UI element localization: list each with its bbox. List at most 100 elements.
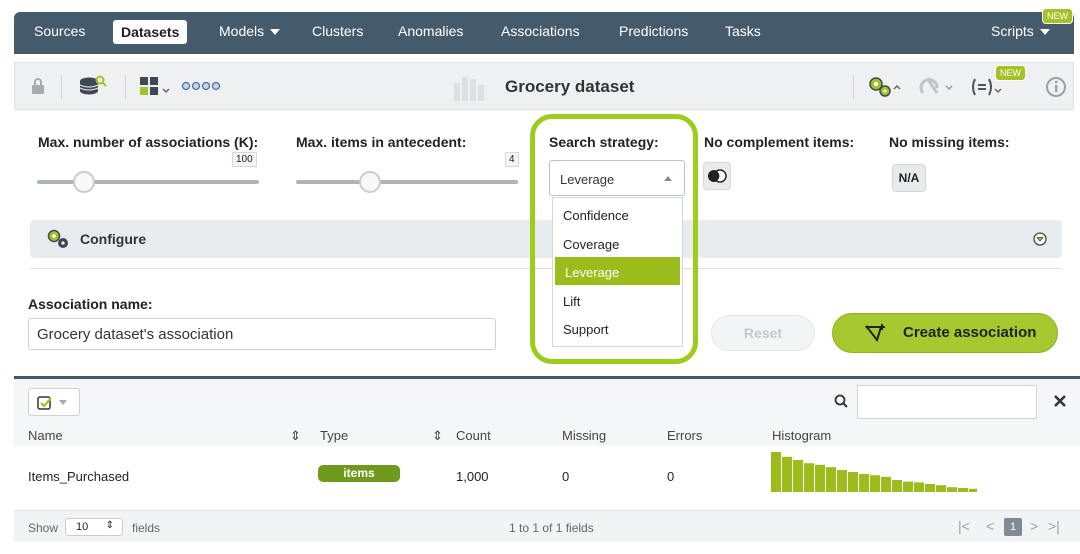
create-association-button[interactable]: Create association bbox=[832, 313, 1058, 353]
chevron-down-icon bbox=[1039, 29, 1050, 36]
table-toolbar bbox=[14, 379, 1080, 425]
field-name[interactable]: Items_Purchased bbox=[28, 469, 129, 484]
histogram-bar bbox=[969, 488, 977, 492]
field-type-badge: items bbox=[318, 465, 400, 482]
dataset-ops-icon[interactable] bbox=[139, 75, 173, 97]
histogram-bar bbox=[936, 485, 946, 492]
page-title: Grocery dataset bbox=[505, 77, 635, 96]
histogram-bar bbox=[793, 460, 803, 492]
slider-handle[interactable] bbox=[73, 171, 95, 193]
slider-handle[interactable] bbox=[359, 171, 381, 193]
new-badge: NEW bbox=[995, 65, 1026, 81]
complement-toggle[interactable] bbox=[703, 162, 731, 190]
nav-scripts-label: Scripts bbox=[991, 23, 1034, 39]
histogram-bar bbox=[903, 481, 913, 492]
histogram-bar bbox=[848, 472, 858, 492]
nav-anomalies[interactable]: Anomalies bbox=[398, 23, 463, 39]
toolbar-divider bbox=[125, 75, 126, 99]
max-items-value: 4 bbox=[505, 152, 519, 167]
histogram-bar bbox=[804, 463, 814, 492]
nav-scripts[interactable]: Scripts bbox=[991, 23, 1050, 39]
fields-label: fields bbox=[132, 521, 161, 535]
search-input[interactable] bbox=[857, 385, 1037, 419]
chevron-updown-icon: ⇕ bbox=[105, 520, 114, 531]
configure-label: Configure bbox=[80, 231, 147, 247]
table-footer: Show 10 ⇕ fields 1 to 1 of 1 fields |< <… bbox=[14, 510, 1080, 542]
nav-models-label: Models bbox=[219, 23, 265, 39]
page-size-value: 10 bbox=[76, 521, 89, 533]
top-navigation: Sources Datasets Models Clusters Anomali… bbox=[14, 8, 1074, 54]
nav-sources[interactable]: Sources bbox=[34, 23, 85, 39]
histogram-bar bbox=[837, 470, 847, 492]
field-missing: 0 bbox=[562, 469, 570, 484]
field-count: 1,000 bbox=[456, 469, 489, 484]
histogram-bar bbox=[892, 480, 902, 492]
lock-icon[interactable] bbox=[31, 77, 45, 95]
histogram-bar bbox=[958, 488, 968, 492]
close-icon[interactable] bbox=[1054, 395, 1066, 407]
next-page-icon[interactable]: > bbox=[1030, 518, 1038, 534]
field-histogram[interactable] bbox=[771, 452, 977, 494]
info-icon[interactable] bbox=[1045, 76, 1067, 98]
histogram-bar bbox=[870, 475, 880, 492]
sort-icon[interactable]: ⇕ bbox=[432, 428, 443, 444]
gear-icon[interactable] bbox=[867, 75, 903, 99]
gear-icon bbox=[47, 229, 68, 248]
clone-icon[interactable] bbox=[919, 75, 955, 99]
show-label: Show bbox=[28, 521, 59, 535]
previous-page-icon[interactable]: < bbox=[986, 518, 994, 534]
field-errors: 0 bbox=[667, 469, 675, 484]
chevron-down-icon bbox=[59, 400, 67, 405]
nav-clusters[interactable]: Clusters bbox=[312, 23, 363, 39]
select-all-button[interactable] bbox=[28, 388, 80, 416]
sort-icon[interactable]: ⇕ bbox=[290, 428, 301, 444]
max-items-label: Max. items in antecedent: bbox=[296, 134, 467, 150]
association-icon bbox=[865, 324, 885, 343]
histogram-bar bbox=[782, 456, 792, 492]
new-badge: NEW bbox=[1042, 8, 1073, 24]
histogram-bar bbox=[771, 452, 781, 492]
no-complement-label: No complement items: bbox=[704, 134, 855, 150]
last-page-icon[interactable]: >| bbox=[1048, 518, 1060, 534]
toolbar-divider bbox=[61, 75, 62, 99]
nav-tasks[interactable]: Tasks bbox=[725, 23, 761, 39]
histogram-bar bbox=[859, 474, 869, 492]
nav-associations[interactable]: Associations bbox=[501, 23, 580, 39]
checkbox-icon bbox=[37, 396, 52, 410]
chevron-down-icon[interactable] bbox=[1033, 232, 1047, 246]
nav-models[interactable]: Models bbox=[219, 23, 281, 39]
nav-predictions[interactable]: Predictions bbox=[619, 23, 688, 39]
column-errors: Errors bbox=[667, 428, 703, 443]
histogram-bar bbox=[826, 467, 836, 492]
association-name-input[interactable] bbox=[28, 318, 496, 350]
max-associations-slider[interactable] bbox=[37, 180, 259, 184]
histogram-bar bbox=[914, 482, 924, 492]
column-histogram: Histogram bbox=[772, 428, 832, 443]
histogram-bar bbox=[925, 484, 935, 492]
column-missing: Missing bbox=[562, 428, 607, 443]
database-search-icon[interactable] bbox=[79, 75, 107, 97]
column-count[interactable]: Count bbox=[456, 428, 491, 443]
table-header bbox=[14, 424, 1080, 446]
toolbar-divider bbox=[853, 75, 854, 99]
complement-icon bbox=[708, 169, 727, 183]
current-page[interactable]: 1 bbox=[1004, 518, 1022, 536]
first-page-icon[interactable]: |< bbox=[958, 518, 970, 534]
max-associations-value: 100 bbox=[232, 152, 257, 167]
missing-toggle[interactable]: N/A bbox=[892, 164, 926, 192]
search-icon bbox=[834, 394, 848, 408]
histogram-bar bbox=[947, 487, 957, 492]
max-associations-label: Max. number of associations (K): bbox=[38, 134, 259, 150]
nav-datasets[interactable]: Datasets bbox=[113, 20, 188, 44]
reset-button[interactable]: Reset bbox=[711, 315, 815, 351]
create-association-label: Create association bbox=[903, 324, 1037, 341]
max-items-slider[interactable] bbox=[296, 180, 518, 184]
association-name-label: Association name: bbox=[28, 296, 153, 312]
page-size-select[interactable]: 10 ⇕ bbox=[65, 518, 123, 536]
column-name[interactable]: Name bbox=[28, 428, 63, 443]
chevron-down-icon bbox=[270, 29, 281, 36]
dots-icon[interactable] bbox=[181, 81, 231, 91]
column-type[interactable]: Type bbox=[320, 428, 348, 443]
no-missing-label: No missing items: bbox=[889, 134, 1010, 150]
histogram-bar bbox=[815, 464, 825, 492]
